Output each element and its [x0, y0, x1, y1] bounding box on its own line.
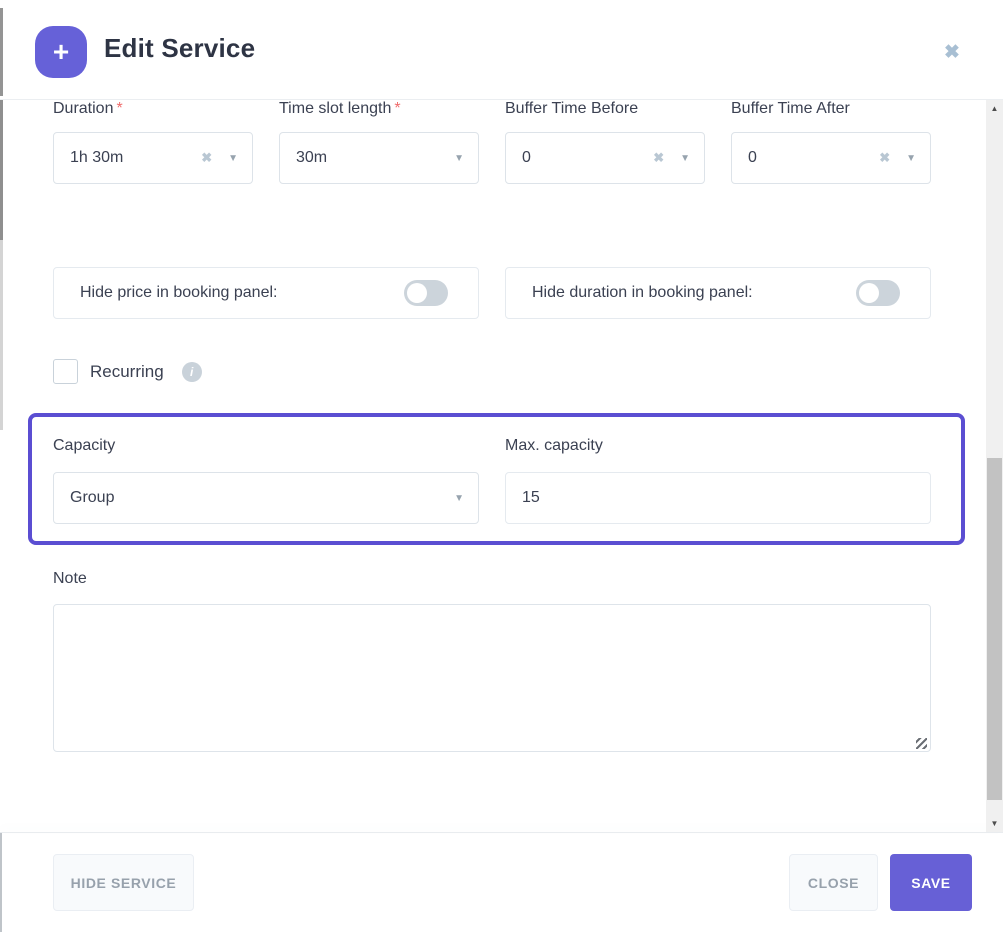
clear-icon[interactable]: ✖ [653, 150, 664, 166]
note-textarea[interactable] [53, 604, 931, 752]
hide-price-card: Hide price in booking panel: [53, 267, 479, 319]
capacity-value: Group [70, 489, 454, 507]
close-button[interactable]: CLOSE [789, 854, 878, 911]
hide-duration-toggle[interactable] [856, 280, 900, 306]
clear-icon[interactable]: ✖ [879, 150, 890, 166]
hide-price-toggle[interactable] [404, 280, 448, 306]
time-slot-select[interactable]: 30m ▼ [279, 132, 479, 184]
note-label: Note [53, 570, 87, 588]
toggle-knob [859, 283, 879, 303]
hide-duration-label: Hide duration in booking panel: [532, 284, 753, 302]
capacity-label: Capacity [53, 437, 115, 455]
scroll-down-icon[interactable]: ▼ [986, 815, 1003, 832]
toggle-knob [407, 283, 427, 303]
buffer-after-select[interactable]: 0 ✖ ▼ [731, 132, 931, 184]
buffer-before-select[interactable]: 0 ✖ ▼ [505, 132, 705, 184]
required-asterisk: * [394, 100, 400, 118]
buffer-after-label: Buffer Time After [731, 98, 931, 120]
chevron-down-icon[interactable]: ▼ [228, 153, 238, 164]
buffer-before-label: Buffer Time Before [505, 98, 705, 120]
page-edge-line [0, 100, 3, 240]
chevron-down-icon[interactable]: ▼ [680, 153, 690, 164]
time-slot-label: Time slot length * [279, 98, 479, 120]
page-edge-line [0, 240, 3, 430]
chevron-down-icon[interactable]: ▼ [454, 153, 464, 164]
duration-select[interactable]: 1h 30m ✖ ▼ [53, 132, 253, 184]
info-icon[interactable]: i [182, 362, 202, 382]
page-edge-line [0, 833, 2, 932]
hide-service-button[interactable]: HIDE SERVICE [53, 854, 194, 911]
buffer-before-value: 0 [522, 149, 653, 167]
time-slot-value: 30m [296, 149, 454, 167]
max-capacity-input[interactable] [505, 472, 931, 524]
close-icon[interactable]: ✖ [938, 38, 966, 66]
page-edge-line [0, 8, 3, 96]
scrollbar[interactable]: ▲ ▼ [986, 100, 1003, 832]
hide-price-label: Hide price in booking panel: [80, 284, 277, 302]
recurring-checkbox[interactable] [53, 359, 78, 384]
duration-label: Duration * [53, 98, 253, 120]
buffer-after-value: 0 [748, 149, 879, 167]
scrollbar-thumb[interactable] [987, 458, 1002, 800]
recurring-row: Recurring i [53, 359, 202, 384]
plus-icon: + [35, 26, 87, 78]
clear-icon[interactable]: ✖ [201, 150, 212, 166]
page-title: Edit Service [104, 33, 255, 64]
chevron-down-icon[interactable]: ▼ [906, 153, 916, 164]
hide-duration-card: Hide duration in booking panel: [505, 267, 931, 319]
plus-glyph: + [53, 36, 69, 68]
save-button[interactable]: SAVE [890, 854, 972, 911]
footer-divider [0, 832, 1003, 833]
max-capacity-label: Max. capacity [505, 437, 603, 455]
duration-value: 1h 30m [70, 149, 201, 167]
chevron-down-icon[interactable]: ▼ [454, 493, 464, 504]
scroll-up-icon[interactable]: ▲ [986, 100, 1003, 117]
recurring-label: Recurring [90, 362, 164, 382]
capacity-select[interactable]: Group ▼ [53, 472, 479, 524]
required-asterisk: * [116, 100, 122, 118]
